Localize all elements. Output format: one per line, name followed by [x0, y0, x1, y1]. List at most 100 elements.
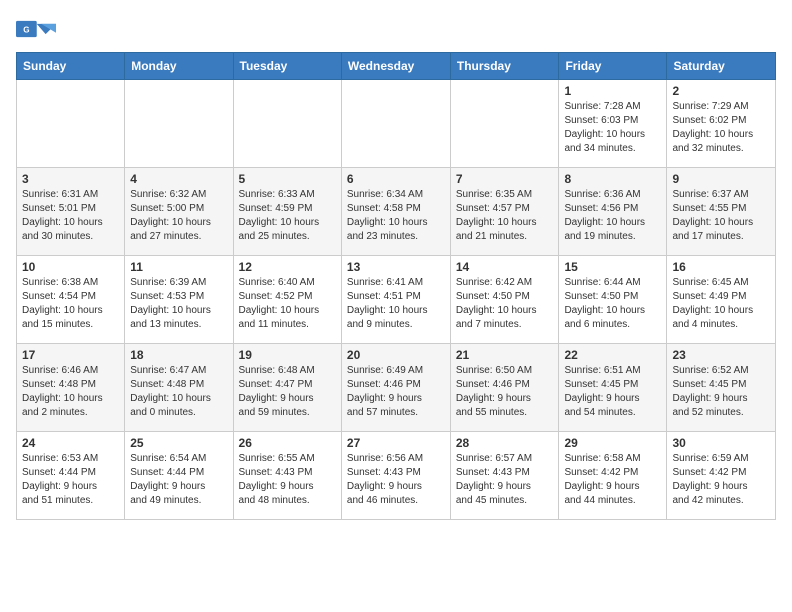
day-number: 26	[239, 436, 336, 450]
calendar-cell	[341, 80, 450, 168]
calendar-cell: 11Sunrise: 6:39 AM Sunset: 4:53 PM Dayli…	[125, 256, 233, 344]
day-content: Sunrise: 6:42 AM Sunset: 4:50 PM Dayligh…	[456, 276, 554, 332]
day-number: 7	[456, 172, 554, 186]
day-number: 29	[564, 436, 661, 450]
day-content: Sunrise: 6:47 AM Sunset: 4:48 PM Dayligh…	[130, 364, 227, 420]
calendar-cell: 26 Sunrise: 6:55 AM Sunset: 4:43 PM Dayli…	[233, 432, 341, 520]
calendar-cell: 25 Sunrise: 6:54 AM Sunset: 4:44 PM Dayli…	[125, 432, 233, 520]
svg-text:G: G	[23, 26, 29, 35]
day-number: 4	[130, 172, 227, 186]
calendar-week-row: 24 Sunrise: 6:53 AM Sunset: 4:44 PM Dayli…	[17, 432, 776, 520]
day-content: Sunrise: 6:32 AM Sunset: 5:00 PM Dayligh…	[130, 188, 227, 244]
calendar-cell	[233, 80, 341, 168]
calendar-cell: 24 Sunrise: 6:53 AM Sunset: 4:44 PM Dayli…	[17, 432, 125, 520]
calendar-cell: 18 Sunrise: 6:47 AM Sunset: 4:48 PM Dayli…	[125, 344, 233, 432]
day-number: 21	[456, 348, 554, 362]
day-content: Sunrise: 6:38 AM Sunset: 4:54 PM Dayligh…	[22, 276, 119, 332]
calendar-cell: 16Sunrise: 6:45 AM Sunset: 4:49 PM Dayli…	[667, 256, 776, 344]
calendar-table: SundayMondayTuesdayWednesdayThursdayFrid…	[16, 52, 776, 520]
weekday-header: Tuesday	[233, 53, 341, 80]
day-number: 8	[564, 172, 661, 186]
day-number: 19	[239, 348, 336, 362]
day-content: Sunrise: 6:52 AM Sunset: 4:45 PM Dayligh…	[672, 364, 770, 420]
day-content: Sunrise: 6:40 AM Sunset: 4:52 PM Dayligh…	[239, 276, 336, 332]
day-content: Sunrise: 6:46 AM Sunset: 4:48 PM Dayligh…	[22, 364, 119, 420]
logo: G	[16, 16, 56, 44]
calendar-cell	[17, 80, 125, 168]
day-number: 18	[130, 348, 227, 362]
day-number: 15	[564, 260, 661, 274]
day-number: 2	[672, 84, 770, 98]
calendar-body: 1 Sunrise: 7:28 AM Sunset: 6:03 PM Daylig…	[17, 80, 776, 520]
day-number: 12	[239, 260, 336, 274]
weekday-header: Thursday	[450, 53, 559, 80]
weekday-header: Wednesday	[341, 53, 450, 80]
calendar-cell: 22Sunrise: 6:51 AM Sunset: 4:45 PM Dayli…	[559, 344, 667, 432]
calendar-week-row: 1 Sunrise: 7:28 AM Sunset: 6:03 PM Daylig…	[17, 80, 776, 168]
day-content: Sunrise: 6:41 AM Sunset: 4:51 PM Dayligh…	[347, 276, 445, 332]
calendar-cell: 10 Sunrise: 6:38 AM Sunset: 4:54 PM Dayli…	[17, 256, 125, 344]
calendar-week-row: 3 Sunrise: 6:31 AM Sunset: 5:01 PM Daylig…	[17, 168, 776, 256]
day-number: 24	[22, 436, 119, 450]
page-header: G	[16, 16, 776, 44]
day-content: Sunrise: 6:49 AM Sunset: 4:46 PM Dayligh…	[347, 364, 445, 420]
calendar-cell: 27 Sunrise: 6:56 AM Sunset: 4:43 PM Dayli…	[341, 432, 450, 520]
day-content: Sunrise: 6:35 AM Sunset: 4:57 PM Dayligh…	[456, 188, 554, 244]
day-number: 1	[564, 84, 661, 98]
day-content: Sunrise: 6:55 AM Sunset: 4:43 PM Dayligh…	[239, 452, 336, 508]
calendar-cell: 23 Sunrise: 6:52 AM Sunset: 4:45 PM Dayli…	[667, 344, 776, 432]
day-number: 3	[22, 172, 119, 186]
calendar-week-row: 10 Sunrise: 6:38 AM Sunset: 4:54 PM Dayli…	[17, 256, 776, 344]
day-number: 25	[130, 436, 227, 450]
day-content: Sunrise: 6:54 AM Sunset: 4:44 PM Dayligh…	[130, 452, 227, 508]
calendar-cell: 6 Sunrise: 6:34 AM Sunset: 4:58 PM Daylig…	[341, 168, 450, 256]
day-content: Sunrise: 6:58 AM Sunset: 4:42 PM Dayligh…	[564, 452, 661, 508]
day-number: 10	[22, 260, 119, 274]
calendar-cell: 1 Sunrise: 7:28 AM Sunset: 6:03 PM Daylig…	[559, 80, 667, 168]
calendar-cell: 21Sunrise: 6:50 AM Sunset: 4:46 PM Dayli…	[450, 344, 559, 432]
calendar-cell: 12 Sunrise: 6:40 AM Sunset: 4:52 PM Dayli…	[233, 256, 341, 344]
day-number: 11	[130, 260, 227, 274]
day-content: Sunrise: 6:53 AM Sunset: 4:44 PM Dayligh…	[22, 452, 119, 508]
day-number: 16	[672, 260, 770, 274]
day-content: Sunrise: 7:28 AM Sunset: 6:03 PM Dayligh…	[564, 100, 661, 156]
day-content: Sunrise: 6:57 AM Sunset: 4:43 PM Dayligh…	[456, 452, 554, 508]
day-number: 14	[456, 260, 554, 274]
calendar-cell: 17Sunrise: 6:46 AM Sunset: 4:48 PM Dayli…	[17, 344, 125, 432]
day-number: 23	[672, 348, 770, 362]
day-content: Sunrise: 6:36 AM Sunset: 4:56 PM Dayligh…	[564, 188, 661, 244]
weekday-header: Saturday	[667, 53, 776, 80]
calendar-cell: 19Sunrise: 6:48 AM Sunset: 4:47 PM Dayli…	[233, 344, 341, 432]
calendar-cell: 7 Sunrise: 6:35 AM Sunset: 4:57 PM Daylig…	[450, 168, 559, 256]
calendar-cell: 29 Sunrise: 6:58 AM Sunset: 4:42 PM Dayli…	[559, 432, 667, 520]
calendar-cell	[450, 80, 559, 168]
calendar-header-row: SundayMondayTuesdayWednesdayThursdayFrid…	[17, 53, 776, 80]
calendar-cell: 9Sunrise: 6:37 AM Sunset: 4:55 PM Daylig…	[667, 168, 776, 256]
calendar-cell: 8 Sunrise: 6:36 AM Sunset: 4:56 PM Daylig…	[559, 168, 667, 256]
day-content: Sunrise: 6:31 AM Sunset: 5:01 PM Dayligh…	[22, 188, 119, 244]
day-number: 13	[347, 260, 445, 274]
calendar-cell: 13 Sunrise: 6:41 AM Sunset: 4:51 PM Dayli…	[341, 256, 450, 344]
calendar-cell: 3 Sunrise: 6:31 AM Sunset: 5:01 PM Daylig…	[17, 168, 125, 256]
weekday-header: Friday	[559, 53, 667, 80]
day-number: 20	[347, 348, 445, 362]
day-content: Sunrise: 6:34 AM Sunset: 4:58 PM Dayligh…	[347, 188, 445, 244]
calendar-cell	[125, 80, 233, 168]
calendar-cell: 20 Sunrise: 6:49 AM Sunset: 4:46 PM Dayli…	[341, 344, 450, 432]
day-number: 22	[564, 348, 661, 362]
day-number: 28	[456, 436, 554, 450]
day-content: Sunrise: 7:29 AM Sunset: 6:02 PM Dayligh…	[672, 100, 770, 156]
weekday-header: Monday	[125, 53, 233, 80]
logo-icon: G	[16, 16, 56, 42]
day-number: 30	[672, 436, 770, 450]
day-number: 5	[239, 172, 336, 186]
calendar-cell: 15Sunrise: 6:44 AM Sunset: 4:50 PM Dayli…	[559, 256, 667, 344]
day-number: 6	[347, 172, 445, 186]
day-content: Sunrise: 6:33 AM Sunset: 4:59 PM Dayligh…	[239, 188, 336, 244]
calendar-cell: 30 Sunrise: 6:59 AM Sunset: 4:42 PM Dayli…	[667, 432, 776, 520]
day-content: Sunrise: 6:37 AM Sunset: 4:55 PM Dayligh…	[672, 188, 770, 244]
day-number: 27	[347, 436, 445, 450]
weekday-header: Sunday	[17, 53, 125, 80]
day-content: Sunrise: 6:59 AM Sunset: 4:42 PM Dayligh…	[672, 452, 770, 508]
day-content: Sunrise: 6:56 AM Sunset: 4:43 PM Dayligh…	[347, 452, 445, 508]
